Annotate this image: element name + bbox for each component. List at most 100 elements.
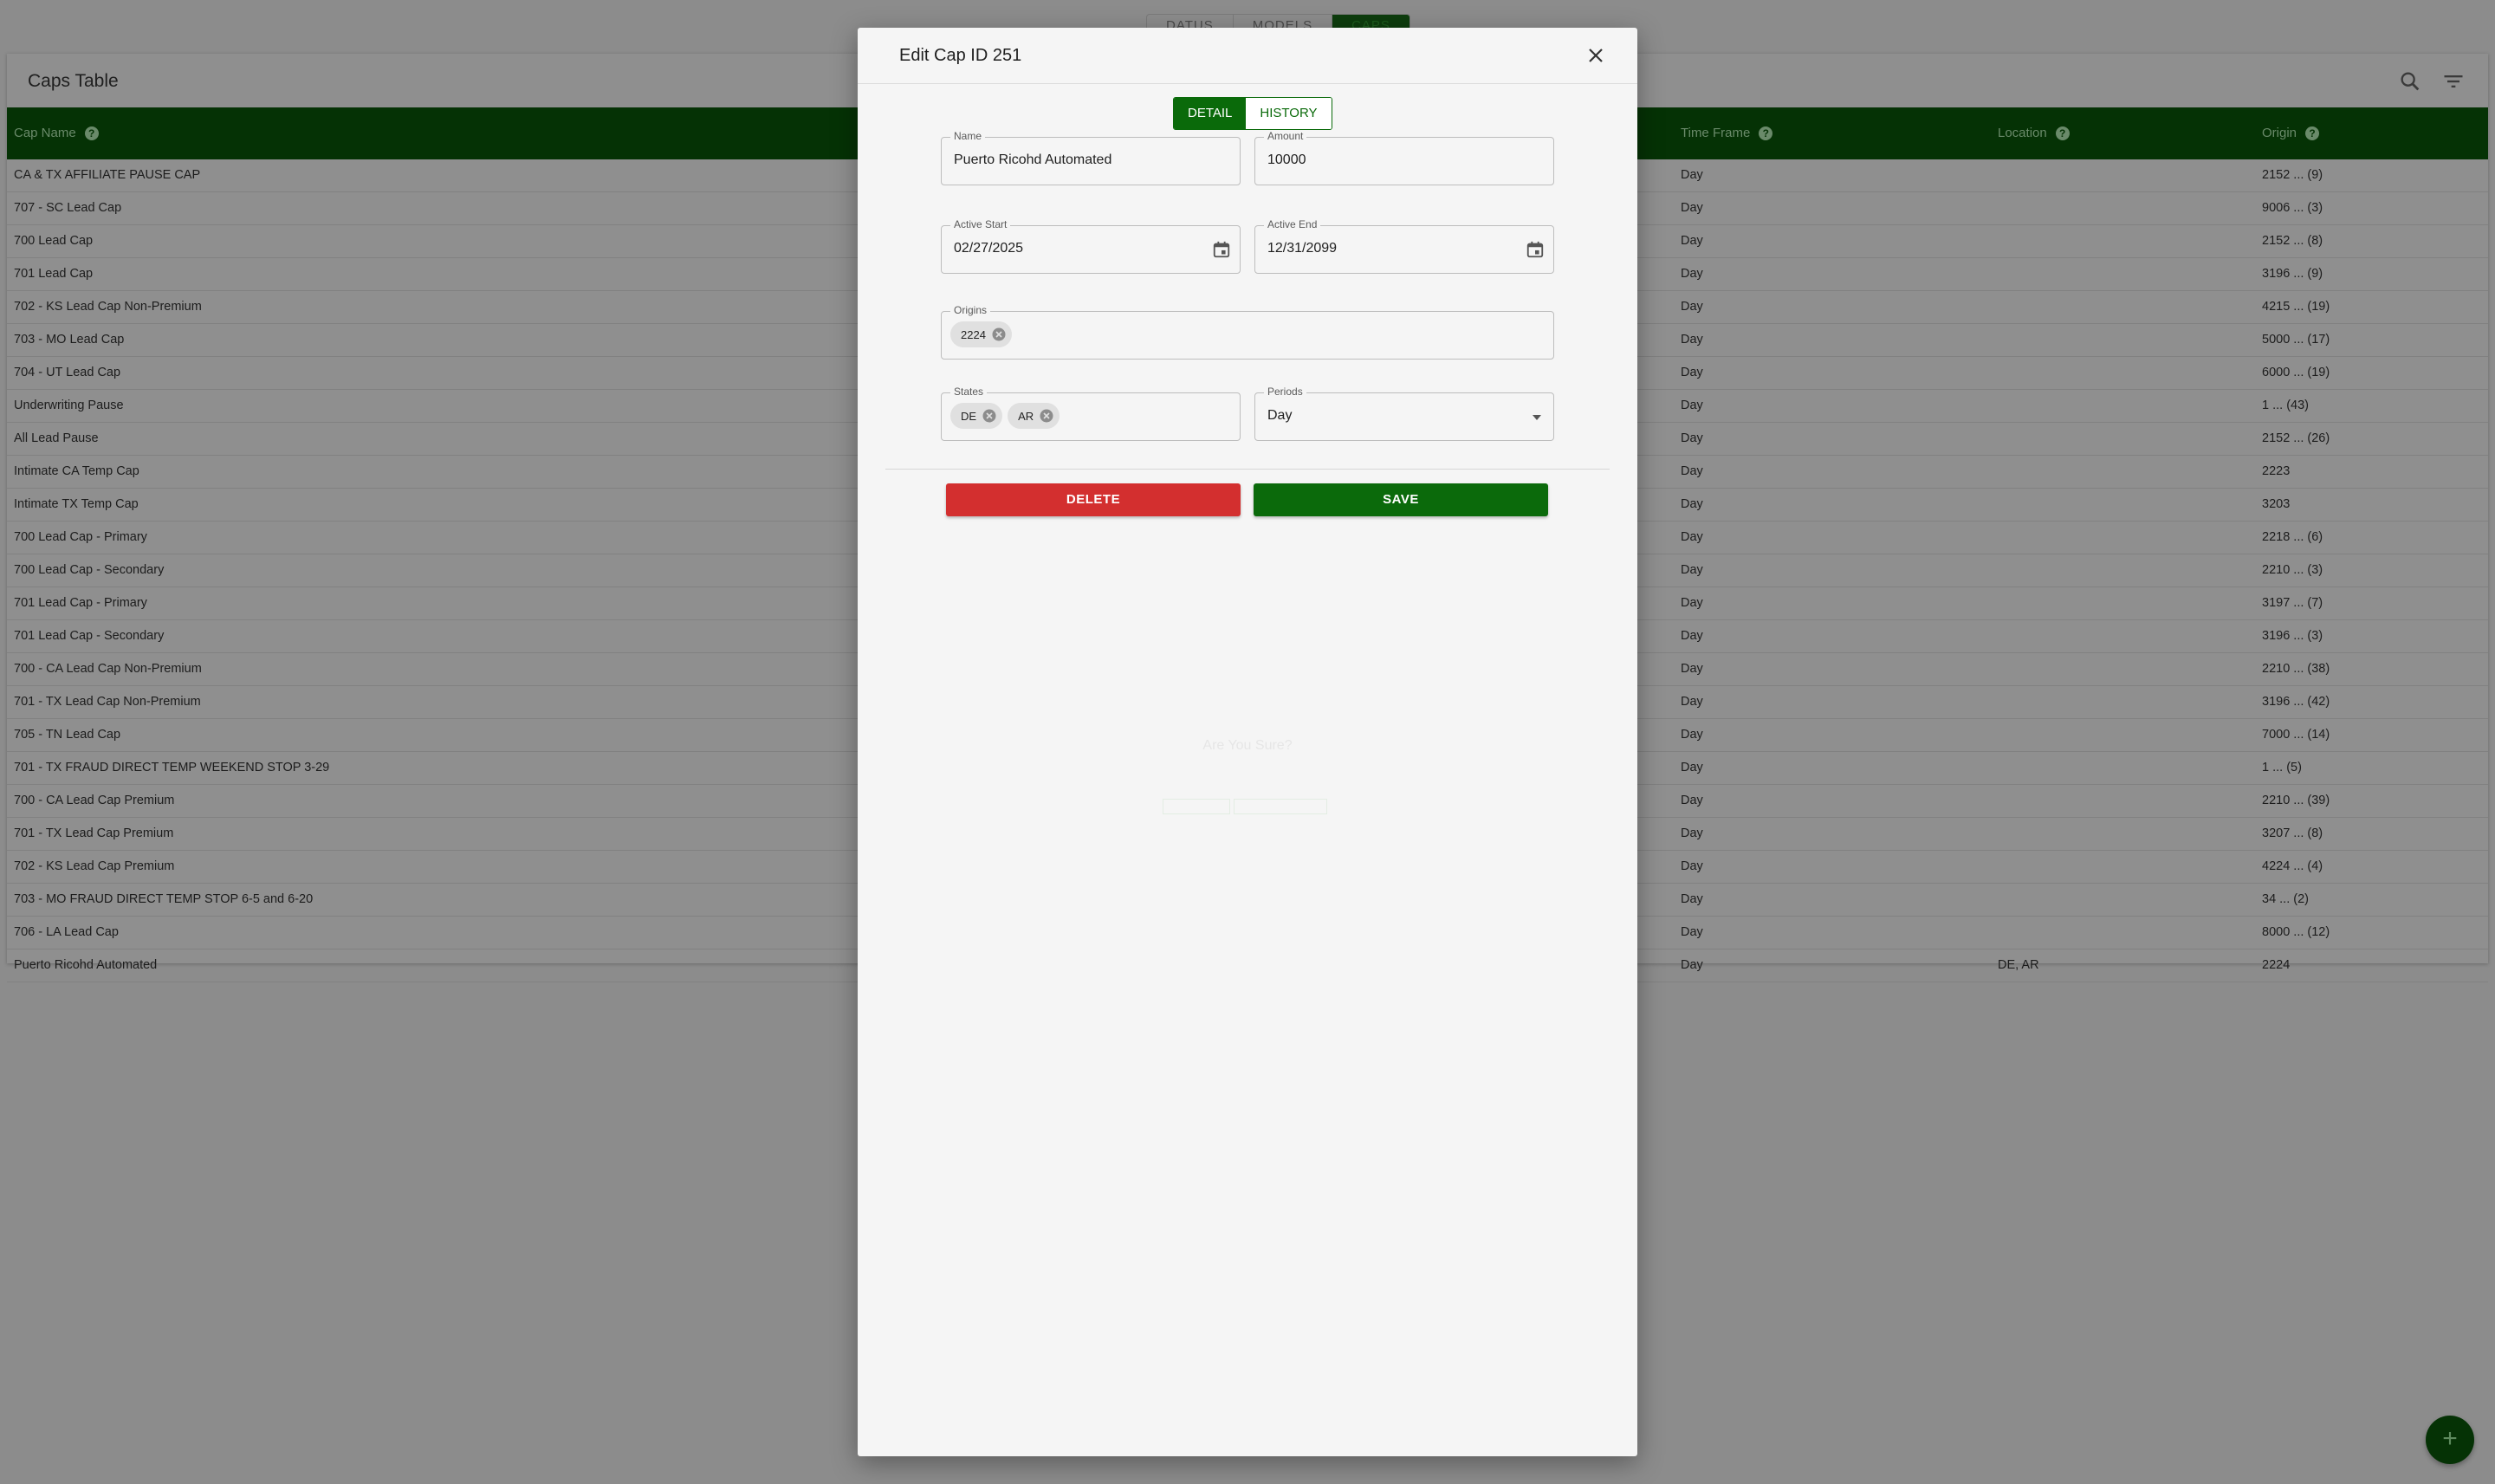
cap-name-cell: 703 - MO Lead Cap — [14, 333, 125, 347]
time-frame-cell: Day — [1681, 662, 1703, 676]
active-end-input[interactable] — [1267, 241, 1493, 256]
time-frame-cell: Day — [1681, 761, 1703, 774]
origin-chip[interactable]: 2224 — [950, 321, 1012, 347]
cap-name-cell: 700 Lead Cap - Primary — [14, 530, 147, 544]
time-frame-cell: Day — [1681, 826, 1703, 840]
cap-name-cell: 701 Lead Cap — [14, 267, 94, 281]
calendar-icon[interactable] — [1526, 240, 1545, 259]
active-start-input[interactable] — [954, 241, 1179, 256]
origin-cell: 9006 ... (3) — [2262, 201, 2323, 215]
origin-cell: 2152 ... (8) — [2262, 234, 2323, 248]
periods-select[interactable]: Periods Day — [1254, 386, 1554, 441]
time-frame-cell: Day — [1681, 399, 1703, 412]
origin-cell: 2210 ... (38) — [2262, 662, 2330, 676]
time-frame-cell: Day — [1681, 728, 1703, 742]
periods-value: Day — [1267, 408, 1293, 423]
time-frame-cell: Day — [1681, 629, 1703, 643]
origin-cell: 1 ... (5) — [2262, 761, 2302, 774]
active-start-field[interactable]: Active Start — [941, 218, 1241, 274]
origins-field[interactable]: Origins 2224 — [941, 304, 1554, 360]
cap-name-cell: 700 Lead Cap - Secondary — [14, 563, 165, 577]
time-frame-cell: Day — [1681, 267, 1703, 281]
dropdown-caret-icon — [1533, 415, 1541, 420]
table-toolbar — [2398, 69, 2466, 94]
time-frame-cell: Day — [1681, 958, 1703, 972]
origin-cell: 3203 — [2262, 497, 2291, 511]
help-icon[interactable]: ? — [84, 126, 99, 140]
column-header-origin[interactable]: Origin ? — [2262, 107, 2320, 159]
time-frame-cell: Day — [1681, 234, 1703, 248]
time-frame-cell: Day — [1681, 530, 1703, 544]
state-chip[interactable]: DE — [950, 403, 1003, 429]
remove-chip-icon[interactable] — [991, 327, 1007, 342]
help-icon[interactable]: ? — [2055, 126, 2070, 140]
states-field[interactable]: States DE AR — [941, 386, 1241, 441]
time-frame-cell: Day — [1681, 925, 1703, 939]
save-button[interactable]: SAVE — [1254, 483, 1548, 516]
cap-name-cell: 705 - TN Lead Cap — [14, 728, 121, 742]
confirm-ghost-title: Are You Sure? — [1202, 738, 1293, 753]
time-frame-cell: Day — [1681, 201, 1703, 215]
cap-name-cell: 707 - SC Lead Cap — [14, 201, 122, 215]
location-cell: DE, AR — [1998, 958, 2039, 972]
filter-icon[interactable] — [2441, 69, 2466, 94]
time-frame-cell: Day — [1681, 695, 1703, 709]
name-field[interactable]: Name — [941, 130, 1241, 185]
column-header-cap-name[interactable]: Cap Name ? — [14, 107, 99, 159]
cap-name-cell: Underwriting Pause — [14, 399, 124, 412]
states-chip-list: DE AR — [950, 403, 1065, 429]
cap-name-cell: 701 Lead Cap - Secondary — [14, 629, 165, 643]
time-frame-cell: Day — [1681, 497, 1703, 511]
name-input[interactable] — [954, 152, 1222, 168]
time-frame-cell: Day — [1681, 596, 1703, 610]
origin-cell: 4224 ... (4) — [2262, 859, 2323, 873]
amount-field[interactable]: Amount — [1254, 130, 1554, 185]
origin-cell: 2224 — [2262, 958, 2291, 972]
time-frame-cell: Day — [1681, 859, 1703, 873]
tab-detail[interactable]: DETAIL — [1174, 98, 1247, 129]
column-header-time-frame[interactable]: Time Frame ? — [1681, 107, 1773, 159]
time-frame-cell: Day — [1681, 563, 1703, 577]
origin-cell: 2152 ... (26) — [2262, 431, 2330, 445]
plus-icon: + — [2442, 1424, 2458, 1453]
calendar-icon[interactable] — [1212, 240, 1231, 259]
dialog-header: Edit Cap ID 251 — [858, 28, 1637, 84]
confirm-ghost-buttons — [1163, 799, 1327, 814]
cap-name-cell: CA & TX AFFILIATE PAUSE CAP — [14, 168, 201, 182]
cap-name-cell: 701 - TX Lead Cap Non-Premium — [14, 695, 201, 709]
time-frame-cell: Day — [1681, 333, 1703, 347]
active-end-field[interactable]: Active End — [1254, 218, 1554, 274]
help-icon[interactable]: ? — [1759, 126, 1773, 140]
origin-cell: 4215 ... (19) — [2262, 300, 2330, 314]
origin-cell: 3207 ... (8) — [2262, 826, 2323, 840]
add-cap-button[interactable]: + — [2426, 1416, 2474, 1464]
origin-cell: 2152 ... (9) — [2262, 168, 2323, 182]
tab-history[interactable]: HISTORY — [1246, 98, 1332, 129]
time-frame-cell: Day — [1681, 431, 1703, 445]
cap-name-cell: All Lead Pause — [14, 431, 99, 445]
remove-chip-icon[interactable] — [982, 408, 997, 424]
cap-name-cell: 702 - KS Lead Cap Premium — [14, 859, 175, 873]
delete-button[interactable]: DELETE — [946, 483, 1241, 516]
time-frame-cell: Day — [1681, 892, 1703, 906]
cap-name-cell: 704 - UT Lead Cap — [14, 366, 121, 379]
help-icon[interactable]: ? — [2305, 126, 2320, 140]
origin-cell: 3196 ... (42) — [2262, 695, 2330, 709]
origin-cell: 6000 ... (19) — [2262, 366, 2330, 379]
remove-chip-icon[interactable] — [1039, 408, 1054, 424]
time-frame-cell: Day — [1681, 794, 1703, 807]
column-header-location[interactable]: Location ? — [1998, 107, 2070, 159]
origin-cell: 1 ... (43) — [2262, 399, 2309, 412]
dialog-tabs: DETAIL HISTORY — [1173, 97, 1332, 130]
search-icon[interactable] — [2398, 69, 2422, 94]
origin-cell: 3196 ... (3) — [2262, 629, 2323, 643]
amount-input[interactable] — [1267, 152, 1536, 168]
time-frame-cell: Day — [1681, 168, 1703, 182]
state-chip[interactable]: AR — [1008, 403, 1060, 429]
time-frame-cell: Day — [1681, 366, 1703, 379]
edit-cap-dialog: Edit Cap ID 251 DETAIL HISTORY Name Amou… — [858, 28, 1637, 1456]
close-icon[interactable] — [1585, 45, 1606, 66]
cap-name-cell: Intimate CA Temp Cap — [14, 464, 139, 478]
cap-name-cell: 703 - MO FRAUD DIRECT TEMP STOP 6-5 and … — [14, 892, 314, 906]
cap-name-cell: 702 - KS Lead Cap Non-Premium — [14, 300, 202, 314]
